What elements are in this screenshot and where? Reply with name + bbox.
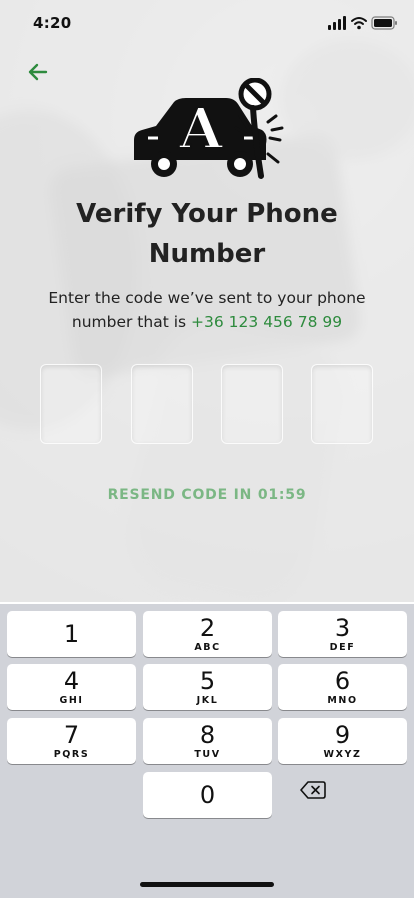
otp-digit-1[interactable]: [40, 364, 102, 444]
otp-digit-2[interactable]: [131, 364, 193, 444]
phone-number: +36 123 456 78 99: [191, 313, 343, 331]
backspace-icon[interactable]: [300, 780, 326, 800]
status-icons: [328, 16, 397, 30]
instructions: Enter the code we’ve sent to your phone …: [36, 286, 378, 334]
key-3[interactable]: 3 DEF: [278, 611, 407, 657]
key-6[interactable]: 6 MNO: [278, 664, 407, 710]
status-time: 4:20: [33, 14, 72, 32]
otp-input-group: [40, 364, 374, 444]
resend-code-timer[interactable]: RESEND CODE IN 01:59: [0, 487, 414, 503]
otp-digit-3[interactable]: [221, 364, 283, 444]
key-5[interactable]: 5 JKL: [143, 664, 272, 710]
page-title: Verify Your Phone Number: [76, 199, 338, 269]
home-indicator: [140, 882, 274, 887]
app-logo: A: [134, 78, 284, 179]
key-8[interactable]: 8 TUV: [143, 718, 272, 764]
key-4[interactable]: 4 GHI: [7, 664, 136, 710]
key-7[interactable]: 7 PQRS: [7, 718, 136, 764]
key-0[interactable]: 0: [143, 772, 272, 818]
battery-icon: [371, 16, 397, 30]
key-1[interactable]: 1: [7, 611, 136, 657]
key-2[interactable]: 2 ABC: [143, 611, 272, 657]
signal-icon: [328, 16, 346, 30]
status-bar: 4:20: [0, 0, 414, 44]
wifi-icon: [351, 17, 367, 25]
arrow-left-icon[interactable]: [24, 58, 52, 86]
svg-text:A: A: [178, 96, 224, 162]
otp-digit-4[interactable]: [311, 364, 373, 444]
key-9[interactable]: 9 WXYZ: [278, 718, 407, 764]
